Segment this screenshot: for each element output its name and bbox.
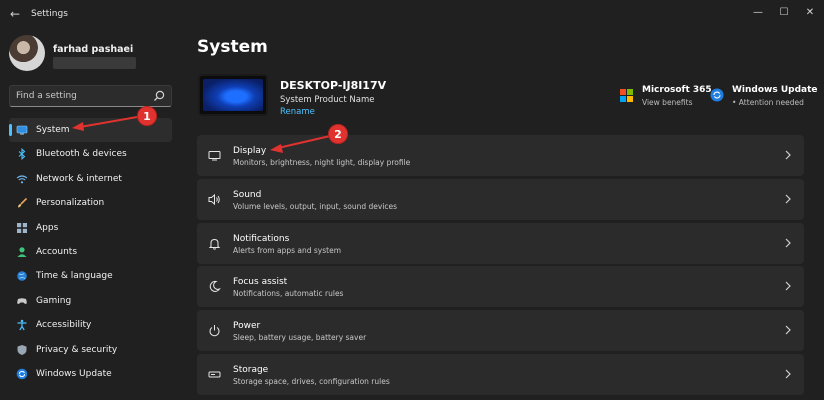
bell-icon [208,238,221,250]
power-icon [209,325,220,337]
power-card[interactable]: Power Sleep, battery usage, battery save… [197,310,804,352]
annotation-badge-1: 1 [137,106,157,126]
card-subtitle: Alerts from apps and system [233,245,341,255]
focus-assist-card[interactable]: Focus assist Notifications, automatic ru… [197,266,804,308]
card-subtitle: Volume levels, output, input, sound devi… [233,201,398,211]
windows-update-subtitle: • Attention needed [732,98,804,107]
display-icon [16,125,28,135]
annotation-badge-2: 2 [328,124,348,144]
sidebar-item-label: Gaming [36,295,72,306]
profile-email-redacted [53,57,136,69]
chevron-right-icon [785,369,791,379]
microsoft-logo-icon [620,89,633,102]
display-card[interactable]: Display Monitors, brightness, night ligh… [197,135,804,176]
wallpaper-preview [203,79,263,111]
monitor-icon [208,151,221,161]
bluetooth-icon [18,148,26,161]
wifi-icon [16,175,28,184]
sidebar-item-label: System [36,125,70,135]
device-thumbnail [198,74,268,116]
chevron-right-icon [785,325,791,335]
card-title: Notifications [233,233,290,244]
sidebar-item-label: Time & language [36,271,113,282]
sidebar-item-label: Network & internet [36,173,122,184]
profile-name: farhad pashaei [53,44,134,55]
moon-icon [209,281,221,293]
accessibility-icon [17,319,27,331]
card-subtitle: Notifications, automatic rules [233,289,344,299]
sidebar-item-label: Privacy & security [36,344,118,355]
search-box[interactable] [9,85,172,107]
card-title: Focus assist [233,277,288,288]
maximize-button[interactable]: ☐ [770,4,798,22]
card-title: Sound [233,189,262,200]
notifications-card[interactable]: Notifications Alerts from apps and syste… [197,222,804,264]
title-bar: ← Settings — ☐ ✕ [0,0,824,30]
sidebar-item-windows-update[interactable]: Windows Update [9,362,172,386]
microsoft-365-subtitle: View benefits [642,98,693,107]
sidebar-item-apps[interactable]: Apps [9,216,172,240]
device-model: System Product Name [280,95,375,105]
rename-link[interactable]: Rename [280,107,315,117]
shield-icon [17,344,27,355]
page-title: System [197,37,268,57]
brush-icon [18,198,28,208]
gamepad-icon [17,297,27,304]
sidebar-item-accounts[interactable]: Accounts [9,240,172,264]
card-title: Display [233,146,267,156]
card-subtitle: Sleep, battery usage, battery saver [233,333,367,343]
speaker-icon [208,193,220,205]
sidebar-item-personalization[interactable]: Personalization [9,191,172,215]
sidebar-item-label: Windows Update [36,368,112,379]
card-subtitle: Storage space, drives, configuration rul… [233,376,390,386]
sidebar-item-label: Bluetooth & devices [36,149,127,160]
search-icon[interactable] [152,89,166,103]
person-icon [17,247,27,257]
chevron-right-icon [785,150,791,160]
card-title: Storage [233,364,269,375]
sidebar-item-accessibility[interactable]: Accessibility [9,313,172,337]
sidebar-item-privacy-security[interactable]: Privacy & security [9,338,172,362]
sidebar-item-time-language[interactable]: Time & language [9,264,172,288]
sidebar-item-label: Personalization [36,198,105,209]
sidebar-item-label: Accounts [36,246,78,257]
globe-clock-icon [17,271,27,282]
storage-icon [208,371,221,378]
sidebar-item-network[interactable]: Network & internet [9,167,172,191]
chevron-right-icon [785,194,791,204]
chevron-right-icon [785,281,791,291]
avatar[interactable] [9,35,45,71]
windows-update-icon [710,88,724,102]
sidebar-nav: System Bluetooth & devices Network & int… [9,118,172,386]
device-name: DESKTOP-IJ8I17V [280,79,387,92]
search-input[interactable] [16,89,146,103]
microsoft-365-title[interactable]: Microsoft 365 [642,85,712,95]
windows-update-title[interactable]: Windows Update [732,85,818,95]
sound-card[interactable]: Sound Volume levels, output, input, soun… [197,178,804,220]
close-button[interactable]: ✕ [796,4,824,22]
chevron-right-icon [785,238,791,248]
settings-list: Display Monitors, brightness, night ligh… [197,135,804,398]
sidebar-item-label: Accessibility [36,320,92,331]
update-icon [16,368,28,380]
card-subtitle: Monitors, brightness, night light, displ… [233,158,411,167]
storage-card[interactable]: Storage Storage space, drives, configura… [197,353,804,395]
active-indicator [9,124,12,136]
apps-icon [17,222,27,233]
sidebar-item-gaming[interactable]: Gaming [9,289,172,313]
sidebar-item-bluetooth[interactable]: Bluetooth & devices [9,142,172,166]
window-title: Settings [31,9,68,19]
minimize-button[interactable]: — [744,4,772,22]
card-title: Power [233,321,261,332]
back-arrow-icon[interactable]: ← [10,7,20,21]
sidebar-item-label: Apps [36,222,59,233]
